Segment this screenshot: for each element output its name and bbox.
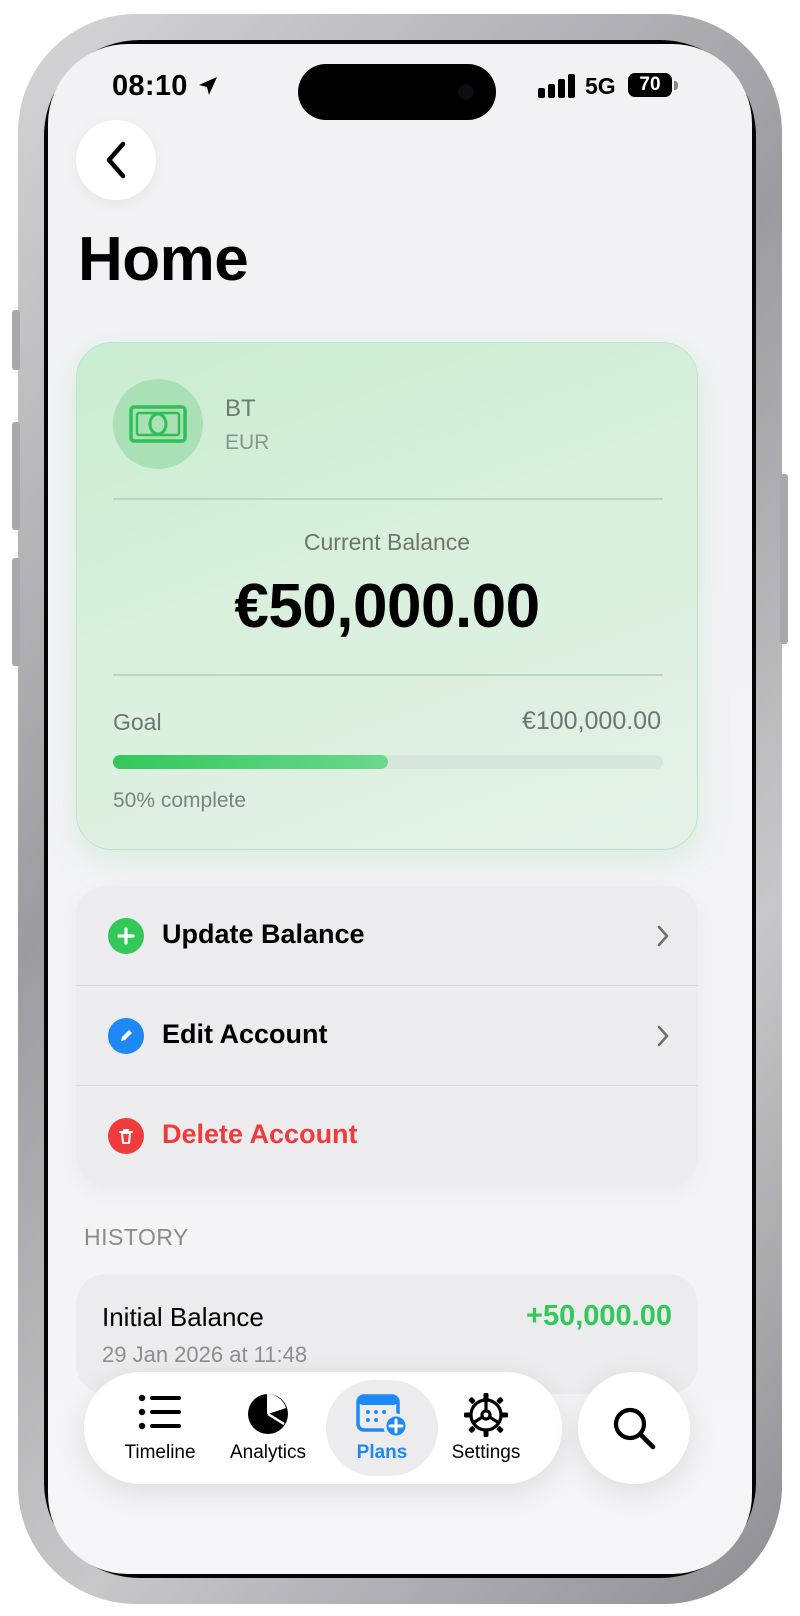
- tab-label: Settings: [451, 1442, 521, 1463]
- goal-label: Goal: [113, 709, 162, 735]
- account-name: BT: [225, 395, 256, 422]
- update-balance-label: Update Balance: [162, 919, 365, 949]
- tab-bar: Timeline Analytics Plans Settings: [84, 1372, 562, 1484]
- account-avatar: [113, 379, 203, 469]
- banknote-icon: [129, 405, 187, 443]
- history-item-date: 29 Jan 2026 at 11:48: [102, 1342, 308, 1367]
- progress-text: 50% complete: [113, 789, 247, 812]
- location-arrow-icon: [199, 77, 217, 95]
- power-button: [780, 474, 788, 644]
- divider: [113, 674, 663, 676]
- back-button[interactable]: [76, 120, 156, 200]
- cellular-signal-icon: [538, 74, 575, 98]
- list-icon: [138, 1394, 181, 1430]
- network-type: 5G: [585, 73, 616, 99]
- delete-account-row[interactable]: Delete Account: [76, 1086, 698, 1186]
- history-item-amount: +50,000.00: [526, 1300, 672, 1332]
- action-button: [12, 310, 20, 370]
- chevron-right-icon: [657, 925, 669, 947]
- search-button[interactable]: [578, 1372, 690, 1484]
- tab-label: Analytics: [229, 1442, 307, 1463]
- balance-label: Current Balance: [303, 529, 471, 555]
- pie-chart-icon: [248, 1394, 288, 1434]
- tab-label: Timeline: [124, 1442, 196, 1463]
- calendar-plus-icon: [356, 1394, 408, 1438]
- plus-icon: [108, 918, 144, 954]
- volume-down-button: [12, 558, 20, 666]
- trash-icon: [108, 1118, 144, 1154]
- screen: 08:10 5G 70 Home BT EUR Current Balance …: [48, 44, 752, 1574]
- tab-settings[interactable]: Settings: [430, 1372, 542, 1484]
- search-icon: [613, 1407, 656, 1450]
- page-title: Home: [78, 225, 249, 294]
- account-currency: EUR: [225, 431, 270, 454]
- chevron-right-icon: [657, 1025, 669, 1047]
- balance-value: €50,000.00: [234, 572, 540, 641]
- battery-tip: [674, 81, 678, 90]
- divider: [113, 498, 663, 500]
- history-item-title: Initial Balance: [102, 1302, 264, 1332]
- edit-account-row[interactable]: Edit Account: [76, 986, 698, 1086]
- goal-progress-fill: [113, 755, 388, 769]
- delete-account-label: Delete Account: [162, 1119, 358, 1149]
- gear-icon: [464, 1393, 508, 1437]
- history-heading: HISTORY: [84, 1224, 189, 1250]
- pencil-icon: [108, 1018, 144, 1054]
- tab-analytics[interactable]: Analytics: [212, 1372, 324, 1484]
- account-actions: Update Balance Edit Account Delete Accou…: [76, 886, 698, 1186]
- edit-account-label: Edit Account: [162, 1019, 328, 1049]
- update-balance-row[interactable]: Update Balance: [76, 886, 698, 986]
- volume-up-button: [12, 422, 20, 530]
- goal-value: €100,000.00: [521, 707, 661, 735]
- account-card: BT EUR Current Balance €50,000.00 Goal €…: [76, 342, 698, 850]
- dynamic-island: [298, 64, 496, 120]
- tab-label: Plans: [356, 1442, 408, 1463]
- tab-timeline[interactable]: Timeline: [104, 1372, 216, 1484]
- battery-indicator: 70: [628, 73, 672, 97]
- chevron-left-icon: [106, 141, 126, 179]
- tab-plans[interactable]: Plans: [326, 1380, 438, 1476]
- status-time: 08:10: [112, 70, 188, 102]
- goal-progress-bar: [113, 755, 663, 769]
